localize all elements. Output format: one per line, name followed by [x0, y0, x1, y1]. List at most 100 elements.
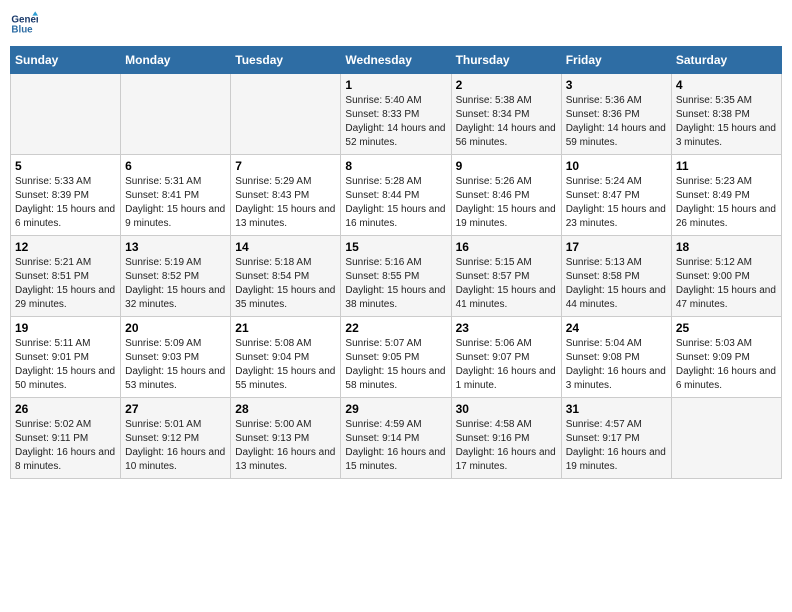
- cell-content: Sunrise: 5:24 AM Sunset: 8:47 PM Dayligh…: [566, 175, 667, 231]
- calendar-cell: 30 Sunrise: 4:58 AM Sunset: 9:16 PM Dayli…: [451, 398, 561, 479]
- day-number: 9: [456, 159, 557, 173]
- day-number: 10: [566, 159, 667, 173]
- calendar-cell: 3Sunrise: 5:36 AM Sunset: 8:36 PM Daylig…: [561, 74, 671, 155]
- calendar-cell: 22Sunrise: 5:07 AM Sunset: 9:05 PM Dayli…: [341, 317, 451, 398]
- day-number: 11: [676, 159, 777, 173]
- day-number: 17: [566, 240, 667, 254]
- day-number: 21: [235, 321, 336, 335]
- calendar-cell: 9 Sunrise: 5:26 AM Sunset: 8:46 PM Daylig…: [451, 155, 561, 236]
- calendar-cell: 17 Sunrise: 5:13 AM Sunset: 8:58 PM Dayli…: [561, 236, 671, 317]
- cell-content: Sunrise: 5:16 AM Sunset: 8:55 PM Dayligh…: [345, 256, 446, 312]
- cell-content: Sunrise: 5:40 AM Sunset: 8:33 PM Dayligh…: [345, 94, 446, 150]
- calendar-cell: [231, 74, 341, 155]
- day-number: 2: [456, 78, 557, 92]
- cell-content: Sunrise: 4:58 AM Sunset: 9:16 PM Dayligh…: [456, 418, 557, 474]
- weekday-header-friday: Friday: [561, 47, 671, 74]
- calendar-cell: 21 Sunrise: 5:08 AM Sunset: 9:04 PM Dayli…: [231, 317, 341, 398]
- cell-content: Sunrise: 5:38 AM Sunset: 8:34 PM Dayligh…: [456, 94, 557, 150]
- day-number: 29: [345, 402, 446, 416]
- day-number: 20: [125, 321, 226, 335]
- cell-content: Sunrise: 5:19 AM Sunset: 8:52 PM Dayligh…: [125, 256, 226, 312]
- day-number: 1: [345, 78, 446, 92]
- week-row-5: 26Sunrise: 5:02 AM Sunset: 9:11 PM Dayli…: [11, 398, 782, 479]
- cell-content: Sunrise: 5:36 AM Sunset: 8:36 PM Dayligh…: [566, 94, 667, 150]
- weekday-header-tuesday: Tuesday: [231, 47, 341, 74]
- day-number: 23: [456, 321, 557, 335]
- calendar-cell: 16Sunrise: 5:15 AM Sunset: 8:57 PM Dayli…: [451, 236, 561, 317]
- weekday-header-saturday: Saturday: [671, 47, 781, 74]
- header: General Blue: [10, 10, 782, 38]
- svg-text:Blue: Blue: [11, 24, 33, 35]
- calendar-cell: 7 Sunrise: 5:29 AM Sunset: 8:43 PM Daylig…: [231, 155, 341, 236]
- calendar-cell: 25 Sunrise: 5:03 AM Sunset: 9:09 PM Dayli…: [671, 317, 781, 398]
- calendar-cell: 12 Sunrise: 5:21 AM Sunset: 8:51 PM Dayli…: [11, 236, 121, 317]
- calendar-cell: 6 Sunrise: 5:31 AM Sunset: 8:41 PM Daylig…: [121, 155, 231, 236]
- day-number: 8: [345, 159, 446, 173]
- calendar-cell: 31Sunrise: 4:57 AM Sunset: 9:17 PM Dayli…: [561, 398, 671, 479]
- cell-content: Sunrise: 5:00 AM Sunset: 9:13 PM Dayligh…: [235, 418, 336, 474]
- cell-content: Sunrise: 5:04 AM Sunset: 9:08 PM Dayligh…: [566, 337, 667, 393]
- day-number: 13: [125, 240, 226, 254]
- day-number: 26: [15, 402, 116, 416]
- calendar-table: SundayMondayTuesdayWednesdayThursdayFrid…: [10, 46, 782, 479]
- cell-content: Sunrise: 5:18 AM Sunset: 8:54 PM Dayligh…: [235, 256, 336, 312]
- day-number: 24: [566, 321, 667, 335]
- cell-content: Sunrise: 5:31 AM Sunset: 8:41 PM Dayligh…: [125, 175, 226, 231]
- weekday-header-thursday: Thursday: [451, 47, 561, 74]
- weekday-header-wednesday: Wednesday: [341, 47, 451, 74]
- cell-content: Sunrise: 5:33 AM Sunset: 8:39 PM Dayligh…: [15, 175, 116, 231]
- weekday-header-monday: Monday: [121, 47, 231, 74]
- day-number: 22: [345, 321, 446, 335]
- calendar-cell: 19Sunrise: 5:11 AM Sunset: 9:01 PM Dayli…: [11, 317, 121, 398]
- calendar-cell: 18 Sunrise: 5:12 AM Sunset: 9:00 PM Dayli…: [671, 236, 781, 317]
- weekday-header-row: SundayMondayTuesdayWednesdayThursdayFrid…: [11, 47, 782, 74]
- cell-content: Sunrise: 5:03 AM Sunset: 9:09 PM Dayligh…: [676, 337, 777, 393]
- cell-content: Sunrise: 5:29 AM Sunset: 8:43 PM Dayligh…: [235, 175, 336, 231]
- week-row-3: 12 Sunrise: 5:21 AM Sunset: 8:51 PM Dayli…: [11, 236, 782, 317]
- day-number: 31: [566, 402, 667, 416]
- weekday-header-sunday: Sunday: [11, 47, 121, 74]
- cell-content: Sunrise: 5:08 AM Sunset: 9:04 PM Dayligh…: [235, 337, 336, 393]
- cell-content: Sunrise: 5:11 AM Sunset: 9:01 PM Dayligh…: [15, 337, 116, 393]
- cell-content: Sunrise: 5:13 AM Sunset: 8:58 PM Dayligh…: [566, 256, 667, 312]
- day-number: 12: [15, 240, 116, 254]
- cell-content: Sunrise: 5:06 AM Sunset: 9:07 PM Dayligh…: [456, 337, 557, 393]
- day-number: 30: [456, 402, 557, 416]
- calendar-cell: 20 Sunrise: 5:09 AM Sunset: 9:03 PM Dayli…: [121, 317, 231, 398]
- calendar-cell: 5 Sunrise: 5:33 AM Sunset: 8:39 PM Daylig…: [11, 155, 121, 236]
- calendar-cell: 26Sunrise: 5:02 AM Sunset: 9:11 PM Dayli…: [11, 398, 121, 479]
- cell-content: Sunrise: 5:28 AM Sunset: 8:44 PM Dayligh…: [345, 175, 446, 231]
- logo-icon: General Blue: [10, 10, 38, 38]
- cell-content: Sunrise: 5:09 AM Sunset: 9:03 PM Dayligh…: [125, 337, 226, 393]
- day-number: 28: [235, 402, 336, 416]
- cell-content: Sunrise: 5:23 AM Sunset: 8:49 PM Dayligh…: [676, 175, 777, 231]
- cell-content: Sunrise: 5:01 AM Sunset: 9:12 PM Dayligh…: [125, 418, 226, 474]
- logo: General Blue: [10, 10, 42, 38]
- calendar-cell: 24 Sunrise: 5:04 AM Sunset: 9:08 PM Dayli…: [561, 317, 671, 398]
- calendar-cell: 28 Sunrise: 5:00 AM Sunset: 9:13 PM Dayli…: [231, 398, 341, 479]
- calendar-cell: 27Sunrise: 5:01 AM Sunset: 9:12 PM Dayli…: [121, 398, 231, 479]
- calendar-cell: 4Sunrise: 5:35 AM Sunset: 8:38 PM Daylig…: [671, 74, 781, 155]
- day-number: 15: [345, 240, 446, 254]
- calendar-cell: [121, 74, 231, 155]
- calendar-cell: [671, 398, 781, 479]
- day-number: 16: [456, 240, 557, 254]
- calendar-cell: 10 Sunrise: 5:24 AM Sunset: 8:47 PM Dayli…: [561, 155, 671, 236]
- week-row-1: 1 Sunrise: 5:40 AM Sunset: 8:33 PM Daylig…: [11, 74, 782, 155]
- calendar-cell: 8 Sunrise: 5:28 AM Sunset: 8:44 PM Daylig…: [341, 155, 451, 236]
- day-number: 7: [235, 159, 336, 173]
- day-number: 14: [235, 240, 336, 254]
- calendar-cell: 13 Sunrise: 5:19 AM Sunset: 8:52 PM Dayli…: [121, 236, 231, 317]
- cell-content: Sunrise: 5:26 AM Sunset: 8:46 PM Dayligh…: [456, 175, 557, 231]
- day-number: 6: [125, 159, 226, 173]
- calendar-cell: [11, 74, 121, 155]
- calendar-cell: 2 Sunrise: 5:38 AM Sunset: 8:34 PM Daylig…: [451, 74, 561, 155]
- day-number: 5: [15, 159, 116, 173]
- calendar-cell: 23 Sunrise: 5:06 AM Sunset: 9:07 PM Dayli…: [451, 317, 561, 398]
- cell-content: Sunrise: 5:21 AM Sunset: 8:51 PM Dayligh…: [15, 256, 116, 312]
- day-number: 25: [676, 321, 777, 335]
- cell-content: Sunrise: 5:12 AM Sunset: 9:00 PM Dayligh…: [676, 256, 777, 312]
- day-number: 4: [676, 78, 777, 92]
- cell-content: Sunrise: 4:59 AM Sunset: 9:14 PM Dayligh…: [345, 418, 446, 474]
- day-number: 18: [676, 240, 777, 254]
